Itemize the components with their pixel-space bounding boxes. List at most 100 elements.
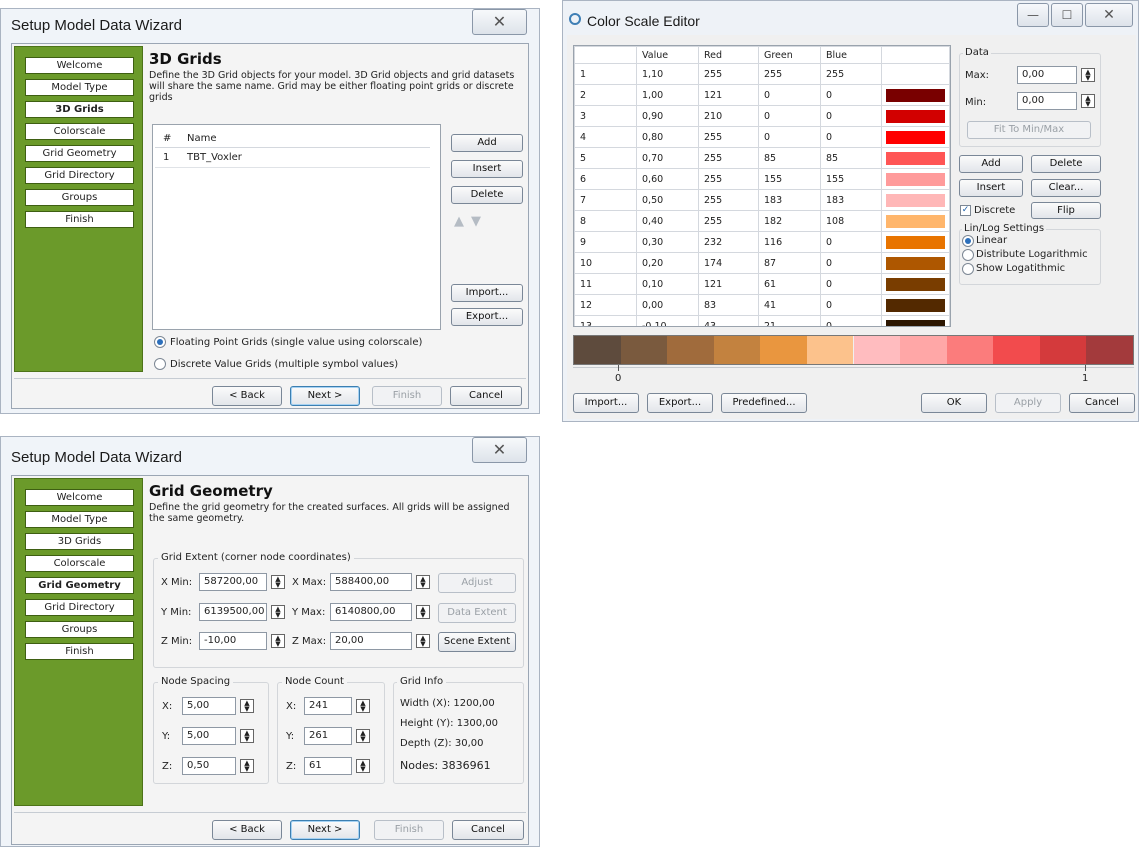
color-swatch[interactable] [881, 231, 950, 253]
cell-green[interactable]: 116 [758, 231, 821, 253]
xmin-input[interactable]: 587200,00 [199, 573, 267, 591]
color-scale-bar[interactable] [573, 335, 1134, 365]
finish-button[interactable]: Finish [374, 820, 444, 840]
cell-blue[interactable]: 0 [820, 294, 882, 316]
ymin-input[interactable]: 6139500,00 [199, 603, 267, 621]
back-button[interactable]: < Back [212, 820, 282, 840]
xmin-spin-icon[interactable]: ▲ ▼ [271, 575, 285, 589]
row-number[interactable]: 7 [574, 189, 637, 211]
nav-item-finish[interactable]: Finish [25, 643, 134, 660]
color-swatch[interactable] [881, 273, 950, 295]
count-z-spin-icon[interactable]: ▲ ▼ [356, 759, 370, 773]
row-number[interactable]: 4 [574, 126, 637, 148]
cell-blue[interactable]: 85 [820, 147, 882, 169]
table-row[interactable]: 3 0,90 210 0 0 [574, 105, 950, 127]
table-row[interactable]: 13 -0,10 43 21 0 [574, 315, 950, 326]
cell-value[interactable]: 0,20 [636, 252, 699, 274]
cell-blue[interactable]: 0 [820, 105, 882, 127]
nav-item-finish[interactable]: Finish [25, 211, 134, 228]
color-swatch[interactable] [881, 168, 950, 190]
zmin-input[interactable]: -10,00 [199, 632, 267, 650]
row-number[interactable]: 12 [574, 294, 637, 316]
color-swatch[interactable] [881, 63, 950, 85]
cancel-button[interactable]: Cancel [452, 820, 524, 840]
count-y-input[interactable]: 261 [304, 727, 352, 745]
color-swatch[interactable] [881, 189, 950, 211]
nav-item-grid-directory[interactable]: Grid Directory [25, 167, 134, 184]
close-button[interactable]: ✕ [472, 437, 527, 463]
spacing-y-spin-icon[interactable]: ▲ ▼ [240, 729, 254, 743]
ymax-spin-icon[interactable]: ▲ ▼ [416, 605, 430, 619]
export-button[interactable]: Export... [451, 308, 523, 326]
zmin-spin-icon[interactable]: ▲ ▼ [271, 634, 285, 648]
discrete-value-radio[interactable] [154, 358, 166, 370]
table-row[interactable]: 6 0,60 255 155 155 [574, 168, 950, 190]
cancel-button[interactable]: Cancel [450, 386, 522, 406]
row-number[interactable]: 6 [574, 168, 637, 190]
count-x-spin-icon[interactable]: ▲ ▼ [356, 699, 370, 713]
cell-red[interactable]: 255 [698, 63, 759, 85]
cell-blue[interactable]: 0 [820, 231, 882, 253]
cell-green[interactable]: 182 [758, 210, 821, 232]
insert-button[interactable]: Insert [451, 160, 523, 178]
cell-green[interactable]: 87 [758, 252, 821, 274]
adjust-button[interactable]: Adjust [438, 573, 516, 593]
show-log-radio[interactable] [962, 263, 974, 275]
distribute-log-radio[interactable] [962, 249, 974, 261]
cell-value[interactable]: 0,80 [636, 126, 699, 148]
maximize-button[interactable]: ☐ [1051, 3, 1083, 27]
delete-button[interactable]: Delete [451, 186, 523, 204]
cell-blue[interactable]: 155 [820, 168, 882, 190]
next-button[interactable]: Next > [290, 820, 360, 840]
back-button[interactable]: < Back [212, 386, 282, 406]
flip-button[interactable]: Flip [1031, 202, 1101, 219]
color-swatch[interactable] [881, 147, 950, 169]
nav-item-groups[interactable]: Groups [25, 189, 134, 206]
cell-blue[interactable]: 0 [820, 315, 882, 326]
nav-item-grid-geometry[interactable]: Grid Geometry [25, 145, 134, 162]
cell-blue[interactable]: 0 [820, 252, 882, 274]
ymin-spin-icon[interactable]: ▲ ▼ [271, 605, 285, 619]
cell-red[interactable]: 255 [698, 210, 759, 232]
cell-blue[interactable]: 0 [820, 273, 882, 295]
colorscale-table[interactable]: Value Red Green Blue 1 1,10 255 255 255 2 1,00… [573, 45, 951, 327]
cell-blue[interactable]: 0 [820, 84, 882, 106]
cell-red[interactable]: 255 [698, 189, 759, 211]
cell-value[interactable]: 0,00 [636, 294, 699, 316]
cell-green[interactable]: 183 [758, 189, 821, 211]
color-swatch[interactable] [881, 252, 950, 274]
discrete-checkbox[interactable]: ✓ [960, 205, 971, 216]
cell-blue[interactable]: 108 [820, 210, 882, 232]
table-row[interactable]: 7 0,50 255 183 183 [574, 189, 950, 211]
add-button[interactable]: Add [451, 134, 523, 152]
close-button[interactable]: ✕ [1085, 3, 1133, 27]
cell-blue[interactable]: 255 [820, 63, 882, 85]
cell-red[interactable]: 255 [698, 168, 759, 190]
count-z-input[interactable]: 61 [304, 757, 352, 775]
nav-item-colorscale[interactable]: Colorscale [25, 123, 134, 140]
spacing-x-input[interactable]: 5,00 [182, 697, 236, 715]
cell-value[interactable]: 0,10 [636, 273, 699, 295]
scene-extent-button[interactable]: Scene Extent [438, 632, 516, 652]
cell-red[interactable]: 121 [698, 84, 759, 106]
finish-button[interactable]: Finish [372, 386, 442, 406]
cell-red[interactable]: 210 [698, 105, 759, 127]
move-up-icon[interactable]: ▲ [454, 214, 464, 229]
close-button[interactable]: ✕ [472, 9, 527, 35]
xmax-spin-icon[interactable]: ▲ ▼ [416, 575, 430, 589]
nav-item-colorscale[interactable]: Colorscale [25, 555, 134, 572]
clear-button[interactable]: Clear... [1031, 179, 1101, 197]
spacing-z-spin-icon[interactable]: ▲ ▼ [240, 759, 254, 773]
cell-value[interactable]: 0,30 [636, 231, 699, 253]
cell-green[interactable]: 0 [758, 105, 821, 127]
xmax-input[interactable]: 588400,00 [330, 573, 412, 591]
cell-blue[interactable]: 183 [820, 189, 882, 211]
cell-value[interactable]: 0,60 [636, 168, 699, 190]
data-extent-button[interactable]: Data Extent [438, 603, 516, 623]
table-row[interactable]: 12 0,00 83 41 0 [574, 294, 950, 316]
nav-item-3d-grids[interactable]: 3D Grids [25, 101, 134, 118]
delete-button[interactable]: Delete [1031, 155, 1101, 173]
cell-green[interactable]: 41 [758, 294, 821, 316]
nav-item-welcome[interactable]: Welcome [25, 489, 134, 506]
floating-point-radio[interactable] [154, 336, 166, 348]
